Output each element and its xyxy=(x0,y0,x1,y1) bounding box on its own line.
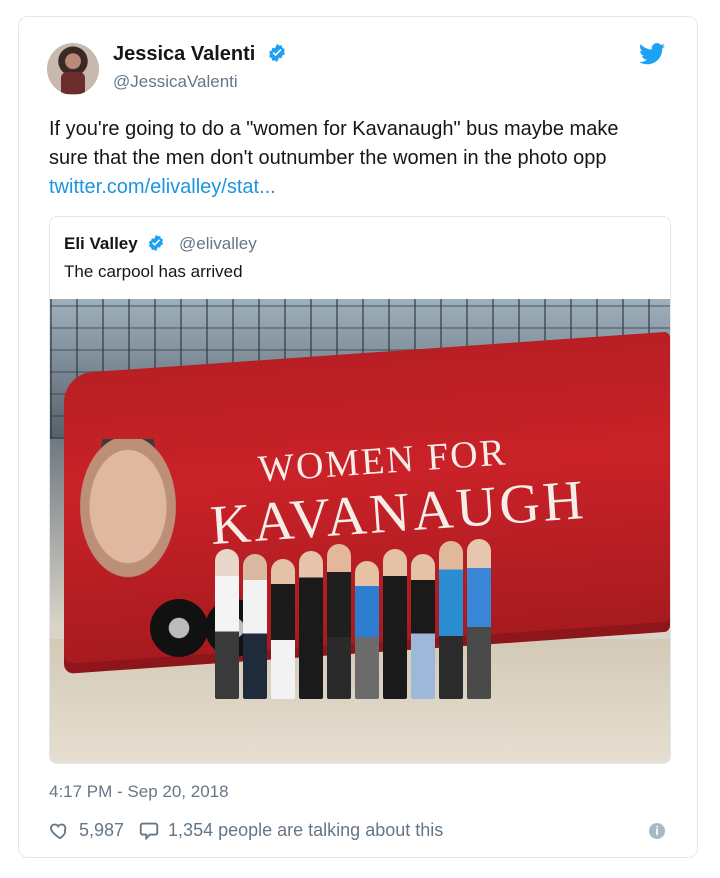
person xyxy=(355,561,379,699)
info-icon[interactable]: i xyxy=(649,823,665,839)
bus-portrait xyxy=(72,439,184,589)
heart-icon[interactable] xyxy=(49,819,71,841)
tweet-text: If you're going to do a "women for Kavan… xyxy=(49,115,679,202)
like-count[interactable]: 5,987 xyxy=(79,820,124,841)
quoted-tweet[interactable]: Eli Valley @elivalley The carpool has ar… xyxy=(49,216,671,764)
verified-badge-icon xyxy=(267,43,287,63)
talking-count[interactable]: 1,354 people are talking about this xyxy=(168,820,443,841)
avatar[interactable] xyxy=(47,43,99,95)
tweet-text-line-1: If you're going to do a "women for Kavan… xyxy=(49,118,619,140)
person xyxy=(439,541,463,699)
author-name[interactable]: Jessica Valenti xyxy=(113,43,287,66)
tweet-link[interactable]: twitter.com/elivalley/stat... xyxy=(49,173,679,202)
person xyxy=(383,549,407,699)
bus-wheel xyxy=(150,599,208,657)
twitter-bird-icon[interactable] xyxy=(639,43,665,65)
person xyxy=(215,549,239,699)
quoted-text: The carpool has arrived xyxy=(64,262,243,281)
speech-bubble-icon[interactable] xyxy=(138,819,160,841)
quoted-author-name[interactable]: Eli Valley xyxy=(64,234,165,254)
person xyxy=(411,554,435,699)
group-of-people xyxy=(215,534,535,699)
quoted-author-name-text[interactable]: Eli Valley xyxy=(64,234,138,253)
quoted-author-handle[interactable]: @elivalley xyxy=(179,234,257,254)
tweet-card: Jessica Valenti @JessicaValenti If you'r… xyxy=(18,16,698,858)
person xyxy=(327,544,351,699)
quoted-photo[interactable]: WOMEN FOR KAVANAUGH xyxy=(50,299,670,763)
person xyxy=(467,539,491,699)
verified-badge-icon xyxy=(147,234,165,252)
person xyxy=(299,551,323,699)
person xyxy=(243,554,267,699)
engagement-row: 5,987 1,354 people are talking about thi… xyxy=(49,819,443,841)
author-name-text[interactable]: Jessica Valenti xyxy=(113,43,255,65)
timestamp[interactable]: 4:17 PM - Sep 20, 2018 xyxy=(49,782,229,802)
tweet-text-line-2: sure that the men don't outnumber the wo… xyxy=(49,147,607,169)
author-handle[interactable]: @JessicaValenti xyxy=(113,72,238,92)
person xyxy=(271,559,295,699)
